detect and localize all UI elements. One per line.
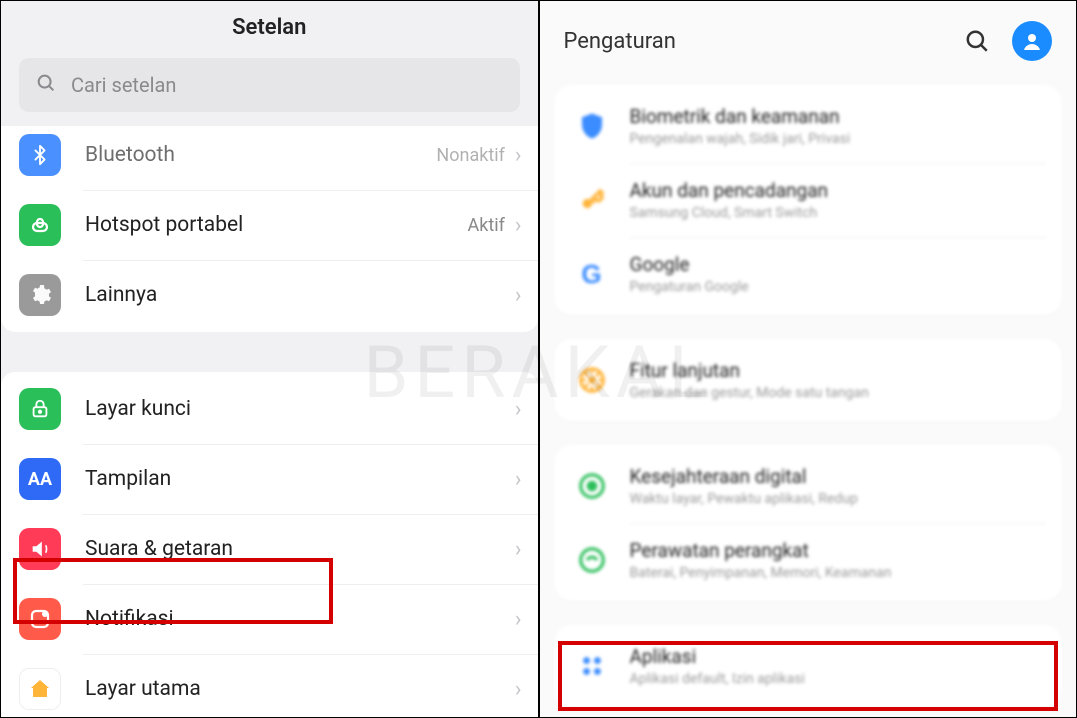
row-label: Biometrik dan keamanan [630, 105, 851, 128]
chevron-right-icon: › [515, 213, 522, 238]
lock-icon [19, 388, 61, 430]
search-button[interactable] [964, 28, 990, 54]
search-input[interactable]: Cari setelan [19, 58, 520, 112]
row-lockscreen[interactable]: Layar kunci › [1, 374, 538, 444]
settings-group-connectivity: Bluetooth Nonaktif › Hotspot portabel Ak… [1, 126, 538, 332]
google-icon: G [572, 254, 612, 294]
card-apps: Aplikasi Aplikasi default, Izin aplikasi [554, 625, 1063, 707]
card-advanced: Fitur lanjutan Gerakan dan gestur, Mode … [554, 339, 1063, 421]
row-label: Perawatan perangkat [630, 539, 892, 562]
row-wellbeing[interactable]: Kesejahteraan digital Waktu layar, Pewak… [554, 449, 1063, 523]
row-backup[interactable]: Akun dan pencadangan Samsung Cloud, Smar… [554, 163, 1063, 237]
row-label: Google [630, 253, 749, 276]
row-notifications[interactable]: Notifikasi › [1, 584, 538, 654]
page-title: Pengaturan [564, 29, 943, 54]
row-label: Bluetooth [85, 143, 436, 167]
row-more[interactable]: Lainnya › [1, 260, 538, 330]
row-display[interactable]: AA Tampilan › [1, 444, 538, 514]
settings-group-display: Layar kunci › AA Tampilan › Suara & geta… [1, 372, 538, 718]
row-sub: Samsung Cloud, Smart Switch [630, 205, 829, 221]
row-label: Fitur lanjutan [630, 359, 869, 382]
row-label: Kesejahteraan digital [630, 465, 858, 488]
row-sub: Waktu layar, Pewaktu aplikasi, Redup [630, 491, 858, 507]
chevron-right-icon: › [515, 467, 522, 492]
devicecare-icon [572, 540, 612, 580]
left-pane: Setelan Cari setelan Bluetooth Nonaktif … [0, 0, 539, 718]
row-label: Tampilan [85, 467, 515, 491]
right-pane: Pengaturan Biometrik dan keamanan Pengen… [539, 0, 1077, 718]
row-status: Nonaktif [436, 145, 504, 166]
wellbeing-icon [572, 466, 612, 506]
row-sub: Baterai, Penyimpanan, Memori, Keamanan [630, 565, 892, 581]
home-icon [19, 668, 61, 710]
chevron-right-icon: › [515, 537, 522, 562]
row-sub: Aplikasi default, Izin aplikasi [630, 671, 805, 687]
row-label: Hotspot portabel [85, 213, 468, 237]
display-icon: AA [19, 458, 61, 500]
row-label: Suara & getaran [85, 537, 515, 561]
row-status: Aktif [468, 215, 505, 236]
row-devicecare[interactable]: Perawatan perangkat Baterai, Penyimpanan… [554, 523, 1063, 597]
row-homescreen[interactable]: Layar utama › [1, 654, 538, 718]
row-biometrics[interactable]: Biometrik dan keamanan Pengenalan wajah,… [554, 89, 1063, 163]
row-google[interactable]: G Google Pengaturan Google [554, 237, 1063, 311]
row-apps[interactable]: Aplikasi Aplikasi default, Izin aplikasi [554, 629, 1063, 703]
chevron-right-icon: › [515, 607, 522, 632]
row-bluetooth[interactable]: Bluetooth Nonaktif › [1, 128, 538, 190]
row-advanced[interactable]: Fitur lanjutan Gerakan dan gestur, Mode … [554, 343, 1063, 417]
notification-icon [19, 598, 61, 640]
hotspot-icon [19, 204, 61, 246]
chevron-right-icon: › [515, 397, 522, 422]
sound-icon [19, 528, 61, 570]
shield-icon [572, 106, 612, 146]
search-icon [35, 72, 57, 98]
row-sub: Pengenalan wajah, Sidik jari, Privasi [630, 131, 851, 147]
row-label: Aplikasi [630, 645, 805, 668]
row-label: Akun dan pencadangan [630, 179, 829, 202]
chevron-right-icon: › [515, 283, 522, 308]
right-content-blurred: Biometrik dan keamanan Pengenalan wajah,… [540, 85, 1077, 707]
card-wellbeing: Kesejahteraan digital Waktu layar, Pewak… [554, 445, 1063, 601]
bluetooth-icon [19, 134, 61, 176]
right-header: Pengaturan [540, 1, 1077, 85]
key-icon [572, 180, 612, 220]
star-icon [572, 360, 612, 400]
row-label: Layar utama [85, 677, 515, 701]
profile-avatar[interactable] [1012, 21, 1052, 61]
row-sound[interactable]: Suara & getaran › [1, 514, 538, 584]
page-title: Setelan [1, 1, 538, 52]
apps-icon [572, 646, 612, 686]
row-sub: Gerakan dan gestur, Mode satu tangan [630, 385, 869, 401]
gear-icon [19, 274, 61, 316]
row-hotspot[interactable]: Hotspot portabel Aktif › [1, 190, 538, 260]
chevron-right-icon: › [515, 677, 522, 702]
row-label: Notifikasi [85, 607, 515, 631]
row-label: Layar kunci [85, 397, 515, 421]
card-accounts: Biometrik dan keamanan Pengenalan wajah,… [554, 85, 1063, 315]
row-label: Lainnya [85, 283, 515, 307]
search-placeholder: Cari setelan [71, 73, 176, 97]
row-sub: Pengaturan Google [630, 279, 749, 295]
chevron-right-icon: › [515, 143, 522, 168]
